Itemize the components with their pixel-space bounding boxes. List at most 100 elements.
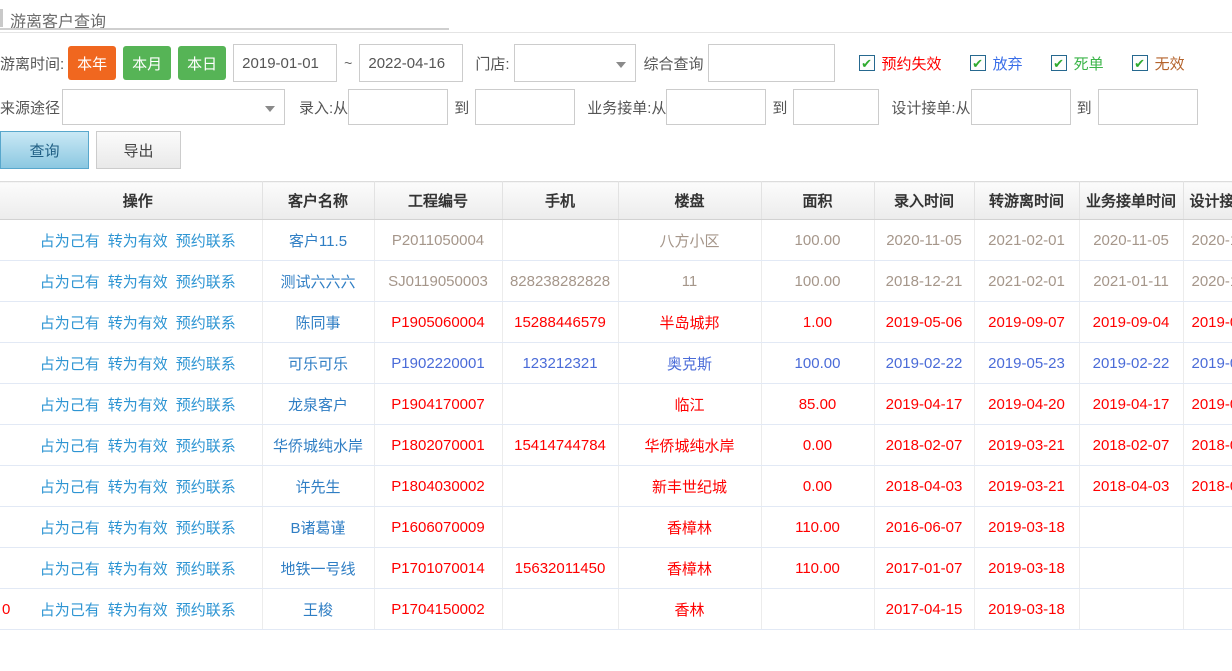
claim-link[interactable]: 占为己有 xyxy=(40,520,100,537)
entry-from-input[interactable] xyxy=(348,89,448,125)
claim-link[interactable]: 占为己有 xyxy=(40,397,100,414)
column-header-9: 设计接单时间 xyxy=(1183,182,1232,220)
cell-to-floating-time: 2019-03-18 xyxy=(974,507,1079,548)
to-valid-link[interactable]: 转为有效 xyxy=(108,397,168,414)
checkbox-icon[interactable]: ✔ xyxy=(1051,55,1067,71)
query-button[interactable]: 查询 xyxy=(0,131,89,169)
this-month-button[interactable]: 本月 xyxy=(123,46,171,80)
cell-actions: 占为己有转为有效预约联系 xyxy=(14,466,262,507)
appointment-contact-link[interactable]: 预约联系 xyxy=(176,356,236,373)
row-number-strip: 0 xyxy=(0,589,14,630)
to-valid-link[interactable]: 转为有效 xyxy=(108,479,168,496)
customer-name-link[interactable]: 地铁一号线 xyxy=(280,561,355,578)
entry-to-label: 到 xyxy=(454,97,469,118)
customer-name-link[interactable]: 龙泉客户 xyxy=(288,397,348,414)
combined-query-label: 综合查询 xyxy=(644,53,704,74)
cell-design-order-time: 2020-11 xyxy=(1183,261,1232,302)
cell-customer-name[interactable]: 测试六六六 xyxy=(262,261,374,302)
date-to-input[interactable] xyxy=(359,44,463,82)
to-valid-link[interactable]: 转为有效 xyxy=(108,561,168,578)
business-order-from-input[interactable] xyxy=(666,89,766,125)
customer-name-link[interactable]: 许先生 xyxy=(295,479,340,496)
checkmark-icon: ✔ xyxy=(1134,57,1145,70)
claim-link[interactable]: 占为己有 xyxy=(40,602,100,619)
store-select[interactable] xyxy=(514,44,636,82)
status-checkbox-0[interactable]: ✔预约失效 xyxy=(859,53,942,74)
column-header-8: 业务接单时间 xyxy=(1079,182,1183,220)
to-valid-link[interactable]: 转为有效 xyxy=(108,438,168,455)
export-button[interactable]: 导出 xyxy=(96,131,181,169)
date-from-input[interactable] xyxy=(233,44,337,82)
customer-name-link[interactable]: 华侨城纯水岸 xyxy=(273,438,363,455)
this-day-button[interactable]: 本日 xyxy=(178,46,226,80)
cell-customer-name[interactable]: 客户11.5 xyxy=(262,220,374,261)
design-order-to-input[interactable] xyxy=(1098,89,1198,125)
business-order-to-input[interactable] xyxy=(793,89,879,125)
appointment-contact-link[interactable]: 预约联系 xyxy=(176,561,236,578)
appointment-contact-link[interactable]: 预约联系 xyxy=(176,438,236,455)
claim-link[interactable]: 占为己有 xyxy=(40,274,100,291)
to-valid-link[interactable]: 转为有效 xyxy=(108,274,168,291)
status-checkbox-1[interactable]: ✔放弃 xyxy=(970,53,1023,74)
to-valid-link[interactable]: 转为有效 xyxy=(108,602,168,619)
cell-customer-name[interactable]: 可乐可乐 xyxy=(262,343,374,384)
cell-customer-name[interactable]: 许先生 xyxy=(262,466,374,507)
cell-to-floating-time: 2021-02-01 xyxy=(974,220,1079,261)
customer-name-link[interactable]: 测试六六六 xyxy=(280,274,355,291)
claim-link[interactable]: 占为己有 xyxy=(40,233,100,250)
checkbox-icon[interactable]: ✔ xyxy=(970,55,986,71)
cell-customer-name[interactable]: 陈同事 xyxy=(262,302,374,343)
cell-customer-name[interactable]: 地铁一号线 xyxy=(262,548,374,589)
to-valid-link[interactable]: 转为有效 xyxy=(108,233,168,250)
checkbox-icon[interactable]: ✔ xyxy=(859,55,875,71)
cell-to-floating-time: 2019-03-21 xyxy=(974,425,1079,466)
appointment-contact-link[interactable]: 预约联系 xyxy=(176,520,236,537)
entry-from-label: 录入:从 xyxy=(299,97,348,118)
cell-design-order-time: 2020-11 xyxy=(1183,220,1232,261)
cell-business-order-time: 2020-11-05 xyxy=(1079,220,1183,261)
appointment-contact-link[interactable]: 预约联系 xyxy=(176,602,236,619)
cell-project-code: P1802070001 xyxy=(374,425,502,466)
appointment-contact-link[interactable]: 预约联系 xyxy=(176,479,236,496)
cell-to-floating-time: 2019-03-18 xyxy=(974,548,1079,589)
table-header-row: 操作客户名称工程编号手机楼盘面积录入时间转游离时间业务接单时间设计接单时间 xyxy=(0,182,1232,220)
claim-link[interactable]: 占为己有 xyxy=(40,479,100,496)
combined-query-input[interactable] xyxy=(708,44,835,82)
to-valid-link[interactable]: 转为有效 xyxy=(108,520,168,537)
checkbox-icon[interactable]: ✔ xyxy=(1132,55,1148,71)
cell-customer-name[interactable]: B诸葛谨 xyxy=(262,507,374,548)
customer-name-link[interactable]: 陈同事 xyxy=(295,315,340,332)
customer-name-link[interactable]: 客户11.5 xyxy=(289,233,347,250)
appointment-contact-link[interactable]: 预约联系 xyxy=(176,233,236,250)
business-order-to-label: 到 xyxy=(772,97,787,118)
appointment-contact-link[interactable]: 预约联系 xyxy=(176,315,236,332)
business-order-from-label: 业务接单:从 xyxy=(587,97,666,118)
appointment-contact-link[interactable]: 预约联系 xyxy=(176,274,236,291)
cell-customer-name[interactable]: 龙泉客户 xyxy=(262,384,374,425)
claim-link[interactable]: 占为己有 xyxy=(40,356,100,373)
to-valid-link[interactable]: 转为有效 xyxy=(108,356,168,373)
design-order-from-input[interactable] xyxy=(971,89,1071,125)
customer-name-link[interactable]: 可乐可乐 xyxy=(288,356,348,373)
status-checkbox-2[interactable]: ✔死单 xyxy=(1051,53,1104,74)
checkmark-icon: ✔ xyxy=(972,57,983,70)
source-channel-select[interactable] xyxy=(62,89,285,125)
title-bar-icon xyxy=(0,9,3,27)
cell-entry-time: 2017-04-15 xyxy=(874,589,974,630)
to-valid-link[interactable]: 转为有效 xyxy=(108,315,168,332)
customer-name-link[interactable]: B诸葛谨 xyxy=(290,520,345,537)
floating-customer-query-page: 游离客户查询 游离时间: 本年 本月 本日 ~ 门店: 综合查询 ✔预约失效✔放… xyxy=(0,0,1232,671)
claim-link[interactable]: 占为己有 xyxy=(40,315,100,332)
cell-customer-name[interactable]: 王梭 xyxy=(262,589,374,630)
status-checkbox-3[interactable]: ✔无效 xyxy=(1132,53,1185,74)
row-number-strip xyxy=(0,302,14,343)
row-number-strip xyxy=(0,343,14,384)
this-year-button[interactable]: 本年 xyxy=(68,46,116,80)
customer-name-link[interactable]: 王梭 xyxy=(303,602,333,619)
claim-link[interactable]: 占为己有 xyxy=(40,438,100,455)
entry-to-input[interactable] xyxy=(475,89,575,125)
cell-project-code: P2011050004 xyxy=(374,220,502,261)
appointment-contact-link[interactable]: 预约联系 xyxy=(176,397,236,414)
cell-customer-name[interactable]: 华侨城纯水岸 xyxy=(262,425,374,466)
claim-link[interactable]: 占为己有 xyxy=(40,561,100,578)
